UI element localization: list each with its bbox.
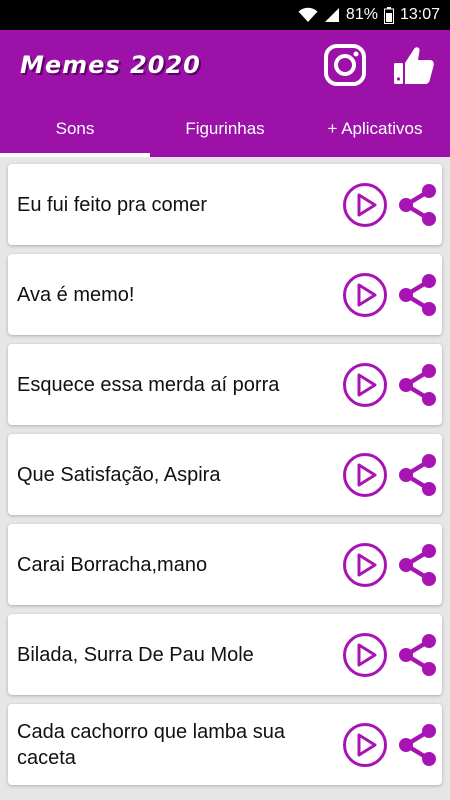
play-icon[interactable] <box>342 632 388 678</box>
clock: 13:07 <box>399 6 440 23</box>
sound-title: Esquece essa merda aí porra <box>17 373 280 396</box>
sound-card[interactable]: Cada cachorro que lamba sua caceta <box>8 704 442 785</box>
sound-title: Eu fui feito pra comer <box>17 193 208 216</box>
tab-sons[interactable]: Sons <box>0 100 150 157</box>
app-title: Memes 2020 <box>20 51 201 79</box>
sound-title: Bilada, Surra De Pau Mole <box>17 643 254 666</box>
share-icon[interactable] <box>394 542 440 588</box>
share-icon[interactable] <box>394 272 440 318</box>
share-icon[interactable] <box>394 722 440 768</box>
play-icon[interactable] <box>342 542 388 588</box>
sound-card[interactable]: Eu fui feito pra comer <box>8 164 442 245</box>
sound-title: Ava é memo! <box>17 283 135 306</box>
play-icon[interactable] <box>342 362 388 408</box>
sound-card[interactable]: Carai Borracha,mano <box>8 524 442 605</box>
share-icon[interactable] <box>394 182 440 228</box>
sound-card[interactable]: Que Satisfação, Aspira <box>8 434 442 515</box>
app-bar: Memes 2020 <box>0 30 450 100</box>
wifi-icon <box>298 7 318 22</box>
battery-percent: 81% <box>345 6 378 23</box>
sound-card[interactable]: Esquece essa merda aí porra <box>8 344 442 425</box>
play-icon[interactable] <box>342 182 388 228</box>
instagram-icon[interactable] <box>323 43 367 87</box>
tab-aplicativos[interactable]: + Aplicativos <box>300 100 450 157</box>
share-icon[interactable] <box>394 452 440 498</box>
play-icon[interactable] <box>342 722 388 768</box>
sound-title: Cada cachorro que lamba sua caceta <box>17 720 285 769</box>
share-icon[interactable] <box>394 362 440 408</box>
sound-card[interactable]: Ava é memo! <box>8 254 442 335</box>
status-bar: 81% 13:07 <box>0 0 450 30</box>
play-icon[interactable] <box>342 272 388 318</box>
signal-icon <box>324 8 339 22</box>
tab-figurinhas[interactable]: Figurinhas <box>150 100 300 157</box>
battery-icon <box>383 6 394 24</box>
play-icon[interactable] <box>342 452 388 498</box>
sound-card[interactable]: Bilada, Surra De Pau Mole <box>8 614 442 695</box>
sound-list: Eu fui feito pra comer Ava é memo! Esquece… <box>0 157 450 800</box>
sound-title: Carai Borracha,mano <box>17 553 208 576</box>
share-icon[interactable] <box>394 632 440 678</box>
thumbs-up-icon[interactable] <box>392 43 436 87</box>
sound-title: Que Satisfação, Aspira <box>17 463 221 486</box>
tab-bar: Sons Figurinhas + Aplicativos <box>0 100 450 157</box>
